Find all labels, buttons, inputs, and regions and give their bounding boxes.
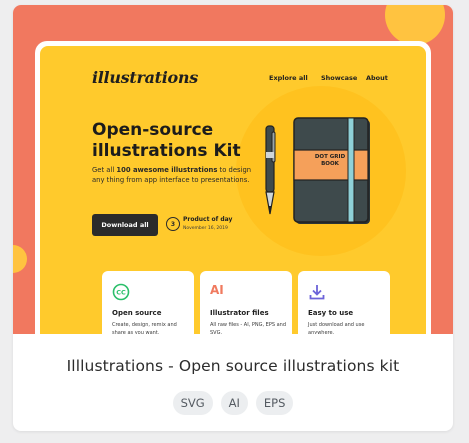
product-card[interactable]: illustrations Explore all Showcase About… (13, 5, 453, 431)
feature-card-open-source: CC Open source Create, design, remix and… (102, 271, 194, 334)
hero-subtitle: Get all 100 awesome illustrations to des… (92, 166, 252, 184)
tag-ai[interactable]: AI (220, 391, 248, 415)
feature-card-easy: Easy to use Just download and use anywhe… (298, 271, 390, 334)
decor-blob (385, 5, 445, 45)
feature-card-illustrator: AI Illustrator files All raw files - AI,… (200, 271, 292, 334)
tag-eps[interactable]: EPS (255, 391, 294, 415)
award-badge-icon: 3 (166, 217, 180, 231)
tag-list: SVG AI EPS (13, 391, 453, 415)
svg-text:CC: CC (116, 289, 126, 297)
nav-showcase: Showcase (321, 74, 358, 82)
ai-icon: AI (210, 283, 224, 297)
product-of-day-date: November 16, 2019 (183, 226, 228, 231)
tag-svg[interactable]: SVG (172, 391, 213, 415)
pen-illustration (265, 125, 276, 215)
feature-title: Illustrator files (210, 309, 269, 317)
feature-text: Just download and use anywhere. (308, 322, 365, 334)
product-of-day-label: Product of day (183, 216, 233, 223)
card-title[interactable]: Illlustrations - Open source illustratio… (13, 357, 453, 375)
notebook-label: DOT GRID BOOK (314, 154, 346, 167)
cc-icon: CC (112, 283, 130, 301)
feature-text: All raw files - AI, PNG, EPS and SVG. (210, 322, 287, 334)
decor-blob (13, 245, 27, 273)
website-preview: illustrations Explore all Showcase About… (40, 46, 426, 334)
nav-explore-all: Explore all (269, 74, 308, 82)
notebook-illustration (293, 117, 370, 224)
nav-about: About (366, 74, 388, 82)
feature-text: Create, design, remix and share as you w… (112, 322, 177, 334)
download-all-button: Download all (92, 214, 158, 236)
feature-title: Easy to use (308, 309, 354, 317)
download-icon (309, 285, 325, 300)
hero-title: Open-source illustrations Kit (92, 120, 241, 161)
feature-title: Open source (112, 309, 162, 317)
site-logo: illustrations (92, 68, 198, 87)
preview-image[interactable]: illustrations Explore all Showcase About… (13, 5, 453, 334)
